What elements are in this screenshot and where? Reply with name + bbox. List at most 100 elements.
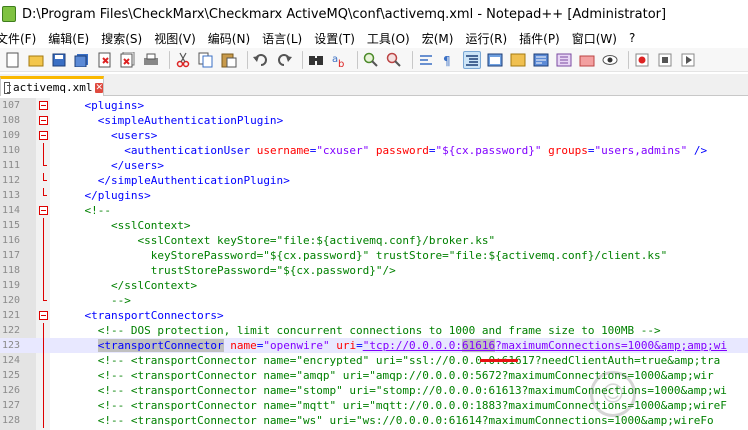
code-line[interactable]: 112 </simpleAuthenticationPlugin> [0,173,748,188]
undo-icon[interactable] [252,51,270,69]
copy-icon[interactable] [197,51,215,69]
code-line[interactable]: 108 <simpleAuthenticationPlugin> [0,113,748,128]
new-file-icon[interactable] [4,51,22,69]
menu-settings[interactable]: 设置(T) [314,30,361,47]
udl-icon[interactable] [509,51,527,69]
code-line[interactable]: 120 --> [0,293,748,308]
code-text: <sslContext> [110,219,191,232]
menu-edit[interactable]: 编辑(E) [48,30,95,47]
menu-search[interactable]: 搜索(S) [101,30,148,47]
line-number: 108 [1,115,20,126]
code-line[interactable]: 121 <transportConnectors> [0,308,748,323]
line-number: 120 [1,295,20,306]
record-macro-icon[interactable] [633,51,651,69]
code-text: <!-- [84,204,112,217]
toolbar-separator [412,50,413,69]
line-number: 117 [1,250,20,261]
save-all-icon[interactable] [73,51,91,69]
fold-line [43,368,44,383]
code-line[interactable]: 116 <sslContext keyStore="file:${activem… [0,233,748,248]
menu-run[interactable]: 运行(R) [465,30,513,47]
code-line[interactable]: 115 <sslContext> [0,218,748,233]
code-line[interactable]: 119 </sslContext> [0,278,748,293]
code-line[interactable]: 123 <transportConnector name="openwire" … [0,338,748,353]
code-line[interactable]: 122 <!-- DOS protection, limit concurren… [0,323,748,338]
code-line[interactable]: 107 <plugins> [0,98,748,113]
line-number: 124 [1,355,20,366]
fold-toggle-icon[interactable] [39,116,48,125]
fold-toggle-icon[interactable] [39,131,48,140]
menu-file[interactable]: 文件(F) [0,30,42,47]
paste-icon[interactable] [220,51,238,69]
zoom-out-icon[interactable] [385,51,403,69]
close-all-icon[interactable] [119,51,137,69]
fold-line [43,158,47,166]
code-line[interactable]: 110 <authenticationUser username="cxuser… [0,143,748,158]
code-text: keyStorePassword="${cx.password}" trustS… [150,249,668,262]
fold-line [43,278,44,293]
line-number: 112 [1,175,20,186]
line-number: 115 [1,220,20,231]
line-number: 125 [1,370,20,381]
menu-bar: 文件(F) 编辑(E) 搜索(S) 视图(V) 编码(N) 语言(L) 设置(T… [0,28,748,48]
code-text: <users> [110,129,158,142]
find-icon[interactable] [307,51,325,69]
line-number: 127 [1,400,20,411]
function-list-icon[interactable] [555,51,573,69]
code-line[interactable]: 117 keyStorePassword="${cx.password}" tr… [0,248,748,263]
menu-view[interactable]: 视图(V) [154,30,202,47]
code-line[interactable]: 114 <!-- [0,203,748,218]
fold-line [43,263,44,278]
code-line[interactable]: 111 </users> [0,158,748,173]
line-number: 113 [1,190,20,201]
code-line[interactable]: 113 </plugins> [0,188,748,203]
menu-language[interactable]: 语言(L) [262,30,308,47]
close-icon[interactable] [96,51,114,69]
code-line[interactable]: 109 <users> [0,128,748,143]
code-line[interactable]: 118 trustStorePassword="${cx.password}"/… [0,263,748,278]
fold-toggle-icon[interactable] [39,311,48,320]
show-all-chars-icon[interactable] [463,50,481,69]
redo-icon[interactable] [275,51,293,69]
open-file-icon[interactable] [27,51,45,69]
sync-scroll-icon[interactable] [417,51,435,69]
menu-macro[interactable]: 宏(M) [422,30,460,47]
menu-window[interactable]: 窗口(W) [572,30,623,47]
code-text: <sslContext keyStore="file:${activemq.co… [137,234,496,247]
cut-icon[interactable] [174,51,192,69]
fold-toggle-icon[interactable] [39,206,48,215]
line-number: 121 [1,310,20,321]
code-editor[interactable]: 107 <plugins> 108 <simpleAuthenticationPl… [0,98,748,430]
svg-text:¶: ¶ [443,54,451,67]
code-text: <transportConnectors> [84,309,224,322]
code-text: </plugins> [84,189,151,202]
stop-macro-icon[interactable] [656,51,674,69]
toolbar-separator [169,50,170,69]
indent-guide-icon[interactable] [486,51,504,69]
menu-help[interactable]: ? [629,31,641,45]
replace-icon[interactable]: ab [330,51,348,69]
fold-toggle-icon[interactable] [39,101,48,110]
save-icon[interactable] [50,51,68,69]
line-number: 126 [1,385,20,396]
annotation-underline [480,359,518,362]
fold-line [43,248,44,263]
code-text: </simpleAuthenticationPlugin> [97,174,290,187]
tab-activemq-xml[interactable]: activemq.xml ✕ [0,76,104,96]
play-macro-icon[interactable] [679,51,697,69]
window-title: D:\Program Files\CheckMarx\Checkmarx Act… [22,6,667,22]
menu-encoding[interactable]: 编码(N) [208,30,256,47]
line-number: 119 [1,280,20,291]
code-text: </users> [110,159,164,172]
line-number: 128 [1,415,20,426]
menu-tools[interactable]: 工具(O) [367,30,416,47]
folder-workspace-icon[interactable] [578,51,596,69]
zoom-in-icon[interactable] [362,51,380,69]
menu-plugins[interactable]: 插件(P) [519,30,566,47]
monitoring-icon[interactable] [601,51,619,69]
fold-line [43,233,44,248]
word-wrap-icon[interactable]: ¶ [440,51,458,69]
doc-map-icon[interactable] [532,51,550,69]
print-icon[interactable] [142,51,160,69]
close-tab-icon[interactable]: ✕ [95,82,103,93]
